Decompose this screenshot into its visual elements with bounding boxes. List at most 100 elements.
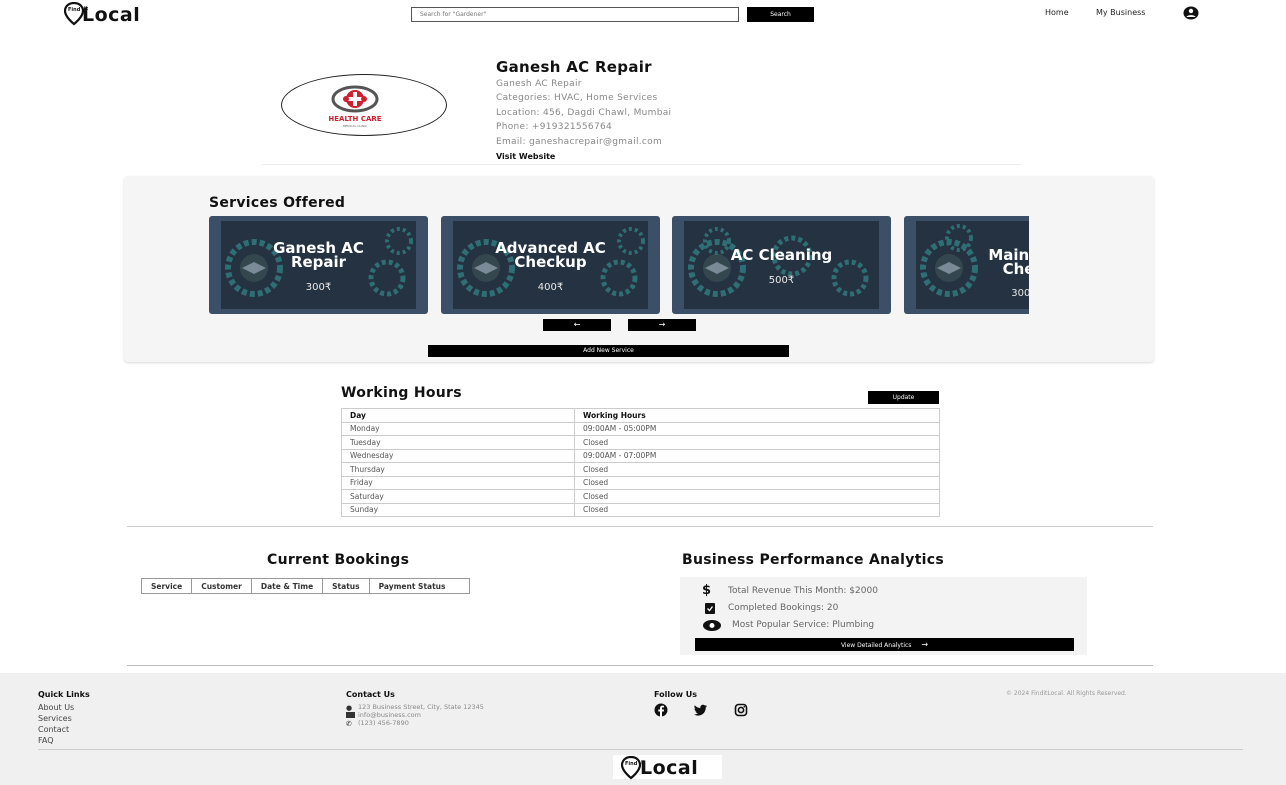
divider [127,665,1153,666]
update-hours-button[interactable]: Update [868,391,939,404]
twitter-icon[interactable] [694,703,708,717]
service-card[interactable]: AC Maintai Check 300₹ [904,216,1029,314]
footer-link-about[interactable]: About Us [38,703,74,712]
nav-home-link[interactable]: Home [1045,8,1069,17]
services-carousel[interactable]: Ganesh AC Repair 300₹ Advanced AC Checku… [209,216,1029,314]
logo-caption: HEALTH CARE [328,115,381,123]
search-input[interactable] [411,7,739,22]
bookings-table: Service Customer Date & Time Status Paym… [140,578,471,594]
column-header-payment-status: Payment Status [368,578,471,594]
day-cell: Sunday [341,502,575,517]
footer-link-contact[interactable]: Contact [38,725,69,734]
address-text: 123 Business Street, City, State 12345 [358,703,484,711]
working-hours-title: Working Hours [341,385,462,401]
column-header-date-time: Date & Time [250,578,324,594]
logo-small-text: Find [68,7,81,13]
working-hours-table: Day Working Hours Monday 09:00AM - 05:00P… [341,408,940,517]
instagram-icon[interactable] [734,703,748,717]
business-location: Location: 456, Dagdi Chawl, Mumbai [496,108,672,118]
column-header-hours: Working Hours [574,408,940,423]
business-phone: Phone: +919321556764 [496,122,613,132]
carousel-next-button[interactable]: → [628,319,696,331]
services-title: Services Offered [209,195,346,211]
service-price: 400₹ [537,282,564,293]
navbar: Find it Local Search Home My Business [0,0,1286,30]
popular-text: Most Popular Service: Plumbing [732,620,875,630]
day-cell: Tuesday [341,435,575,450]
clipboard-check-icon [705,603,715,614]
business-email: Email: ganeshacrepair@gmail.com [496,137,663,147]
follow-title: Follow Us [654,690,698,699]
phone-text: (123) 456-7890 [358,719,409,727]
day-cell: Monday [341,421,575,436]
service-card[interactable]: AC Cleaning 500₹ [672,216,891,314]
star-badge-icon [703,620,721,631]
service-name-line3: Check [1002,260,1029,278]
table-row: Sunday Closed [341,502,940,517]
table-row: Tuesday Closed [341,435,940,450]
contact-title: Contact Us [346,690,395,699]
logo-text: Local [82,4,141,26]
add-service-button[interactable]: Add New Service [428,345,789,357]
hours-cell: Closed [574,435,940,450]
footer-logo-small-text: Find [625,761,638,767]
footer-link-services[interactable]: Services [38,714,72,723]
service-name-line2: Checkup [514,253,587,271]
hours-cell: Closed [574,489,940,504]
day-cell: Friday [341,475,575,490]
location-icon: ● [346,703,353,712]
divider [127,526,1153,527]
view-analytics-button[interactable]: View Detailed Analytics → [695,638,1074,651]
table-header-row: Day Working Hours [341,408,940,423]
current-bookings-title: Current Bookings [267,552,410,568]
contact-address: ● 123 Business Street, City, State 12345 [346,703,484,712]
gear-icon [688,227,869,297]
column-header-customer: Customer [191,578,252,594]
footer: Quick Links About Us Services Contact FA… [0,673,1286,785]
contact-email: info@business.com [346,711,421,719]
hours-cell: Closed [574,475,940,490]
hours-cell: Closed [574,502,940,517]
revenue-row: $ Total Revenue This Month: $2000 [702,583,878,598]
contact-phone: ✆ (123) 456-7890 [346,719,409,728]
service-name-line2: Repair [290,253,347,271]
business-title: Ganesh AC Repair [496,58,652,76]
email-text: info@business.com [358,711,421,719]
business-name: Ganesh AC Repair [496,79,582,89]
footer-link-faq[interactable]: FAQ [38,736,54,745]
column-header-status: Status [322,578,370,594]
health-care-logo-icon: HEALTH CARE MEDICAL CLINIC [328,85,382,128]
facebook-icon[interactable] [654,703,668,717]
day-cell: Saturday [341,489,575,504]
carousel-prev-button[interactable]: ← [543,319,611,331]
phone-icon: ✆ [346,719,352,728]
table-row: Thursday Closed [341,462,940,477]
hours-cell: 09:00AM - 07:00PM [574,448,940,463]
service-card[interactable]: Advanced AC Checkup 400₹ [441,216,660,314]
service-card[interactable]: Ganesh AC Repair 300₹ [209,216,428,314]
popular-row: Most Popular Service: Plumbing [702,619,874,631]
view-analytics-label: View Detailed Analytics [840,642,912,649]
column-header-day: Day [341,408,575,423]
completed-row: Completed Bookings: 20 [702,602,838,614]
site-logo[interactable]: Find it Local [64,2,140,26]
business-logo: HEALTH CARE MEDICAL CLINIC [281,74,447,136]
column-header-service: Service [140,578,193,594]
nav-my-business-link[interactable]: My Business [1096,8,1145,17]
service-price: 300₹ [305,282,332,293]
hours-cell: 09:00AM - 05:00PM [574,421,940,436]
search-button[interactable]: Search [747,7,814,22]
footer-logo[interactable]: Find it Local [613,755,722,780]
arrow-right-icon: → [921,640,929,649]
user-avatar-icon[interactable] [1183,6,1199,20]
revenue-text: Total Revenue This Month: $2000 [728,586,878,596]
footer-logo-text: Local [640,757,699,779]
visit-website-link[interactable]: Visit Website [496,152,555,161]
service-price: 300₹ [1011,288,1029,299]
table-row: Monday 09:00AM - 05:00PM [341,421,940,436]
envelope-icon [346,712,355,718]
divider [262,164,1022,165]
dollar-icon: $ [702,583,712,598]
table-header-row: Service Customer Date & Time Status Paym… [140,578,471,594]
table-row: Saturday Closed [341,489,940,504]
